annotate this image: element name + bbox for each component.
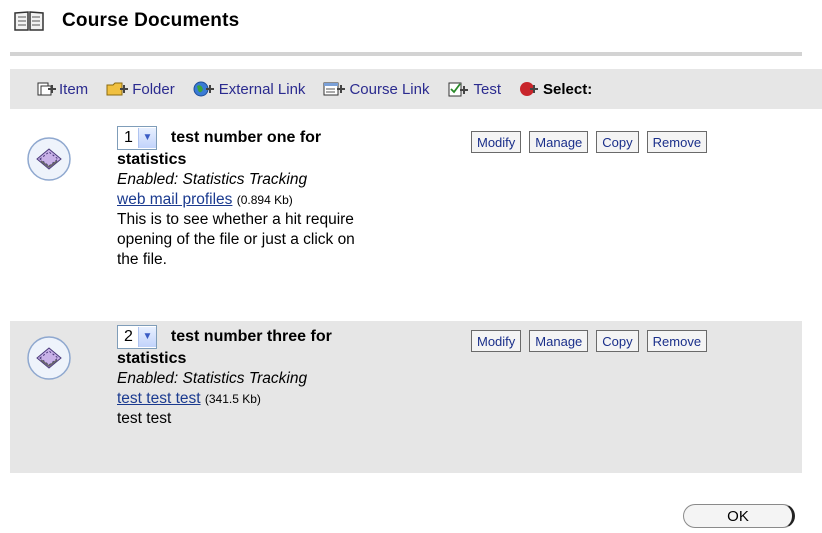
- add-test-button[interactable]: Test: [447, 81, 501, 98]
- add-external-link-button[interactable]: External Link: [193, 80, 305, 98]
- attachment-size: (341.5 Kb): [204, 392, 261, 406]
- attachment-link[interactable]: web mail profiles: [117, 191, 232, 208]
- tracking-status: Enabled: Statistics Tracking: [117, 370, 308, 387]
- attachment-size: (0.894 Kb): [236, 193, 293, 207]
- item-title-continued: statistics: [117, 350, 187, 367]
- item-content: 1 ▼ test number one for statistics Enabl…: [117, 126, 457, 270]
- item-actions: Modify Manage Copy Remove: [471, 330, 715, 352]
- add-content-toolbar: Item Folder External Link Course Link Te…: [10, 69, 822, 109]
- page-header: Course Documents: [14, 6, 239, 36]
- item-title: test number three for: [170, 328, 332, 345]
- content-item-row: 1 ▼ test number one for statistics Enabl…: [10, 122, 802, 318]
- item-actions: Modify Manage Copy Remove: [471, 131, 715, 153]
- add-item-button[interactable]: Item: [37, 81, 88, 98]
- manage-button[interactable]: Manage: [529, 330, 589, 352]
- modify-button[interactable]: Modify: [471, 330, 522, 352]
- copy-button[interactable]: Copy: [596, 330, 639, 352]
- item-content: 2 ▼ test number three for statistics Ena…: [117, 325, 457, 429]
- remove-button[interactable]: Remove: [646, 131, 708, 153]
- item-description-line: the file.: [117, 251, 167, 268]
- item-title-continued: statistics: [117, 151, 187, 168]
- content-item-row: 2 ▼ test number three for statistics Ena…: [10, 321, 802, 473]
- page-title: Course Documents: [62, 10, 240, 31]
- order-select[interactable]: 2 ▼: [117, 325, 157, 349]
- select-menu[interactable]: Select:: [519, 80, 592, 98]
- remove-button[interactable]: Remove: [646, 330, 708, 352]
- tracking-status: Enabled: Statistics Tracking: [117, 171, 308, 188]
- copy-button[interactable]: Copy: [596, 131, 639, 153]
- course-link-add-icon: [323, 82, 346, 96]
- item-description-line: opening of the file or just a click on: [117, 231, 355, 248]
- open-book-icon: [14, 11, 44, 31]
- test-document-icon: [27, 336, 71, 380]
- attachment-link[interactable]: test test test: [117, 390, 201, 407]
- manage-button[interactable]: Manage: [529, 131, 589, 153]
- item-description-line: test test: [117, 410, 172, 427]
- order-select[interactable]: 1 ▼: [117, 126, 157, 150]
- chevron-down-icon: ▼: [137, 128, 156, 148]
- test-document-icon: [27, 137, 71, 181]
- ok-button[interactable]: OK: [683, 504, 795, 528]
- chevron-down-icon: ▼: [137, 327, 156, 347]
- item-add-icon: [37, 82, 56, 96]
- header-divider: [10, 52, 802, 56]
- modify-button[interactable]: Modify: [471, 131, 522, 153]
- add-course-link-button[interactable]: Course Link: [323, 81, 429, 98]
- item-description-line: This is to see whether a hit require: [117, 211, 354, 228]
- test-add-icon: [448, 82, 469, 96]
- add-folder-button[interactable]: Folder: [106, 81, 175, 98]
- select-add-icon: [520, 82, 538, 96]
- item-title: test number one for: [170, 129, 322, 146]
- globe-add-icon: [193, 81, 214, 97]
- folder-add-icon: [106, 82, 129, 96]
